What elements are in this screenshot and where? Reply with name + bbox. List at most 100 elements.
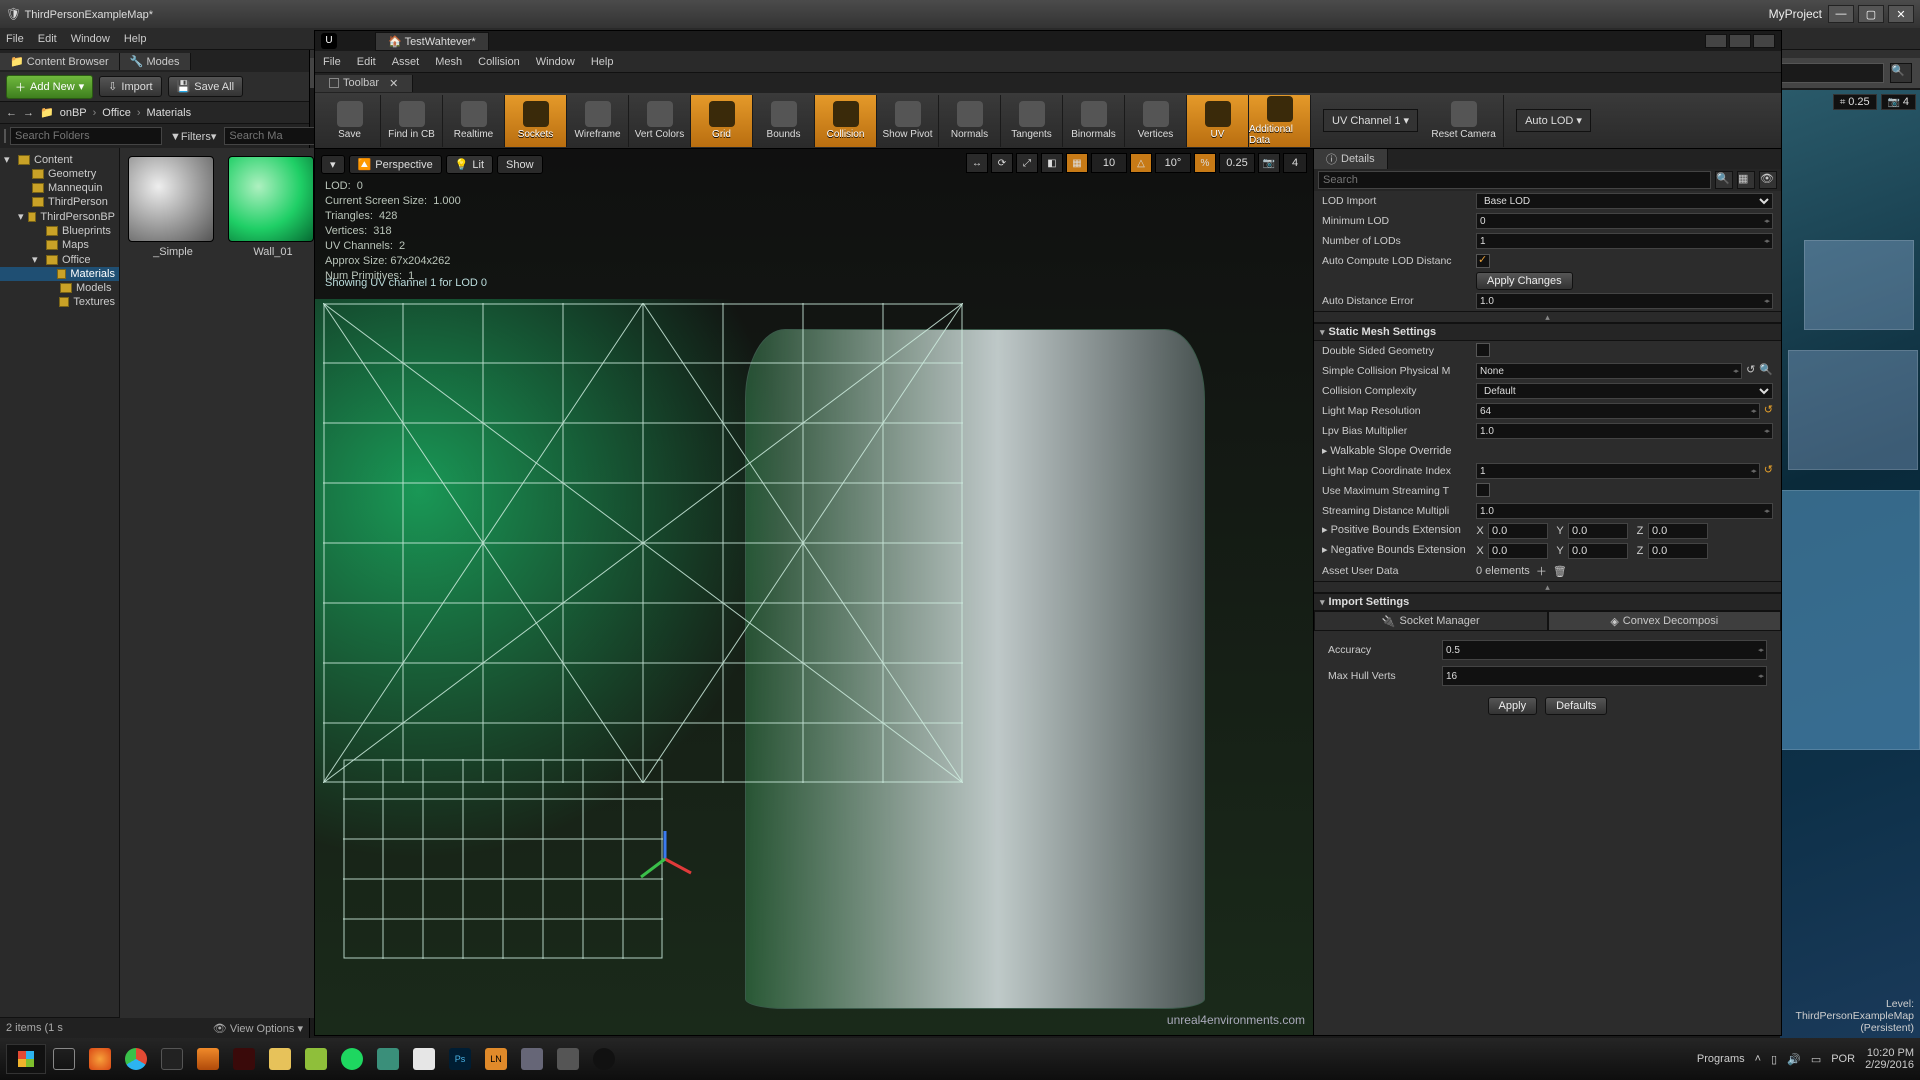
start-button[interactable]: [6, 1044, 46, 1074]
nav-fwd-icon[interactable]: →: [23, 107, 34, 119]
viewport-dropdown[interactable]: ▾: [321, 155, 345, 174]
folder-search-input[interactable]: [10, 127, 162, 145]
neg-bounds-z[interactable]: 0.0: [1648, 543, 1708, 559]
neg-bounds-y[interactable]: 0.0: [1568, 543, 1628, 559]
toolbar-grid-button[interactable]: Grid: [691, 95, 753, 147]
lpv-bias-field[interactable]: 1.0: [1476, 423, 1773, 439]
simple-collision-field[interactable]: None: [1476, 363, 1742, 379]
editor-menu-help[interactable]: Help: [591, 56, 614, 68]
min-lod-field[interactable]: 0: [1476, 213, 1773, 229]
editor-menu-file[interactable]: File: [323, 56, 341, 68]
convex-decomp-tab[interactable]: ◈ Convex Decomposi: [1548, 611, 1782, 631]
app-icon-red[interactable]: [226, 1044, 262, 1074]
convex-apply-button[interactable]: Apply: [1488, 697, 1538, 715]
editor-menu-collision[interactable]: Collision: [478, 56, 520, 68]
toolbar-normals-button[interactable]: Normals: [939, 95, 1001, 147]
tray-chevron-icon[interactable]: ˄: [1755, 1053, 1761, 1065]
editor-menu-asset[interactable]: Asset: [392, 56, 420, 68]
editor-menu-window[interactable]: Window: [536, 56, 575, 68]
asset-simple[interactable]: _Simple: [128, 156, 218, 1010]
uv-channel-dropdown[interactable]: UV Channel 1 ▾: [1323, 109, 1418, 132]
programs-label[interactable]: Programs: [1697, 1053, 1745, 1065]
photoshop-icon[interactable]: Ps: [442, 1044, 478, 1074]
toolbar-binormals-button[interactable]: Binormals: [1063, 95, 1125, 147]
browse-icon[interactable]: 🔍: [1759, 363, 1773, 379]
toolbar-tangents-button[interactable]: Tangents: [1001, 95, 1063, 147]
expand-arrow-icon[interactable]: ▴: [1314, 311, 1781, 323]
language-indicator[interactable]: POR: [1831, 1053, 1855, 1065]
taskview-icon[interactable]: [46, 1044, 82, 1074]
menu-help[interactable]: Help: [124, 33, 147, 45]
battery-icon[interactable]: ▭: [1811, 1053, 1821, 1066]
explorer-icon[interactable]: [262, 1044, 298, 1074]
static-mesh-settings-header[interactable]: Static Mesh Settings: [1314, 323, 1781, 341]
transform-rotate-icon[interactable]: ⟳: [991, 153, 1013, 173]
transform-gizmo-icon[interactable]: [635, 829, 695, 889]
editor-tab[interactable]: 🏠 TestWahtever*: [375, 32, 489, 51]
tree-node-mannequin[interactable]: Mannequin: [0, 181, 119, 195]
neg-bounds-x[interactable]: 0.0: [1488, 543, 1548, 559]
tree-node-materials[interactable]: Materials: [0, 267, 119, 281]
crumb-1[interactable]: Office: [102, 107, 131, 119]
pos-bounds-z[interactable]: 0.0: [1648, 523, 1708, 539]
app-icon-teal[interactable]: [370, 1044, 406, 1074]
app-icon-grey2[interactable]: [550, 1044, 586, 1074]
toolbar-wireframe-button[interactable]: Wireframe: [567, 95, 629, 147]
socket-manager-tab[interactable]: 🔌 Socket Manager: [1314, 611, 1548, 631]
app-icon-green[interactable]: [298, 1044, 334, 1074]
toolbar-vertices-button[interactable]: Vertices: [1125, 95, 1187, 147]
details-search-input[interactable]: [1318, 171, 1711, 189]
viewport-perspective-dropdown[interactable]: 🔼 Perspective: [349, 155, 442, 174]
tree-node-geometry[interactable]: Geometry: [0, 167, 119, 181]
app-icon-grey[interactable]: [514, 1044, 550, 1074]
level-cam-speed[interactable]: 📷 4: [1881, 94, 1916, 110]
walkable-slope-label[interactable]: ▸ Walkable Slope Override: [1322, 445, 1773, 457]
asset-wall01[interactable]: Wall_01: [228, 156, 318, 1010]
toolbar-sockets-button[interactable]: Sockets: [505, 95, 567, 147]
menu-window[interactable]: Window: [71, 33, 110, 45]
details-view-icon[interactable]: ▦: [1737, 171, 1755, 189]
stream-dist-field[interactable]: 1.0: [1476, 503, 1773, 519]
maximize-button[interactable]: ▢: [1858, 5, 1884, 23]
editor-max-button[interactable]: [1729, 34, 1751, 48]
mesh-viewport[interactable]: ▾ 🔼 Perspective 💡 Lit Show LOD: 0 Curren…: [315, 149, 1313, 1035]
editor-min-button[interactable]: [1705, 34, 1727, 48]
firefox-icon[interactable]: [82, 1044, 118, 1074]
network-icon[interactable]: ▯: [1771, 1053, 1777, 1066]
lightmap-coord-field[interactable]: 1: [1476, 463, 1760, 479]
filters-dropdown[interactable]: ▼Filters▾: [170, 130, 216, 143]
epic-launcher-icon[interactable]: [154, 1044, 190, 1074]
scale-snap-toggle[interactable]: %: [1194, 153, 1216, 173]
viewport-lit-dropdown[interactable]: 💡 Lit: [446, 155, 493, 174]
auto-lod-dropdown[interactable]: Auto LOD ▾: [1516, 109, 1591, 132]
toolbar-uv-button[interactable]: UV: [1187, 95, 1249, 147]
toolbar-bounds-button[interactable]: Bounds: [753, 95, 815, 147]
app-icon-orange[interactable]: LN: [478, 1044, 514, 1074]
add-element-icon[interactable]: ＋: [1536, 563, 1547, 579]
expand-arrow-icon-2[interactable]: ▴: [1314, 581, 1781, 593]
convex-defaults-button[interactable]: Defaults: [1545, 697, 1607, 715]
ue4-icon[interactable]: [586, 1044, 622, 1074]
reset-to-default-icon[interactable]: ↺: [1764, 403, 1773, 419]
toolbar-addldata-button[interactable]: Additional Data: [1249, 95, 1311, 147]
auto-compute-lod-checkbox[interactable]: [1476, 254, 1490, 268]
tree-node-models[interactable]: Models: [0, 281, 119, 295]
notepad-icon[interactable]: [406, 1044, 442, 1074]
max-hull-verts-field[interactable]: 16: [1442, 666, 1767, 686]
angle-snap-value[interactable]: 10°: [1155, 153, 1191, 173]
menu-edit[interactable]: Edit: [38, 33, 57, 45]
crumb-0[interactable]: onBP: [60, 107, 87, 119]
add-new-button[interactable]: ＋ Add New ▾: [6, 75, 93, 99]
import-settings-header[interactable]: Import Settings: [1314, 593, 1781, 611]
toolbar-realtime-button[interactable]: Realtime: [443, 95, 505, 147]
angle-snap-toggle[interactable]: △: [1130, 153, 1152, 173]
clear-elements-icon[interactable]: 🗑: [1553, 565, 1567, 578]
folder-filter-toggle[interactable]: [4, 129, 6, 143]
spotify-icon[interactable]: [334, 1044, 370, 1074]
chrome-icon[interactable]: [118, 1044, 154, 1074]
details-tab[interactable]: ⓘ Details: [1314, 149, 1388, 169]
view-options-dropdown[interactable]: 👁 View Options ▾: [213, 1022, 303, 1035]
toolbar-vertcolors-button[interactable]: Vert Colors: [629, 95, 691, 147]
scale-snap-value[interactable]: 0.25: [1219, 153, 1255, 173]
import-button[interactable]: ⇩ Import: [99, 76, 161, 97]
